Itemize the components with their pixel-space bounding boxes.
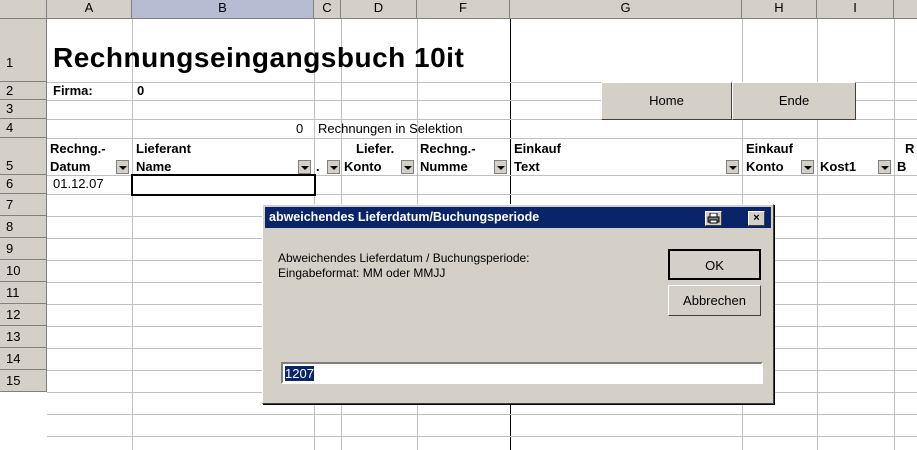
row-header-1[interactable]: 1 (0, 19, 47, 82)
grid-line (47, 414, 917, 415)
select-all-corner[interactable] (0, 0, 47, 19)
filter-dropdown-c[interactable] (327, 160, 340, 174)
header-a-top: Rechng.- (50, 141, 106, 156)
filter-dropdown-g[interactable] (726, 160, 739, 174)
row-header-15[interactable]: 15 (0, 370, 47, 392)
filter-dropdown-f[interactable] (494, 160, 507, 174)
cell-a6[interactable]: 01.12.07 (53, 176, 104, 191)
grid-line (47, 436, 917, 437)
home-button[interactable]: Home (601, 82, 732, 120)
printer-icon[interactable] (705, 211, 722, 226)
column-header-f[interactable]: F (417, 0, 510, 19)
filter-dropdown-b[interactable] (298, 160, 311, 174)
dialog-input-field[interactable]: 1207 (281, 362, 763, 384)
row-header-5[interactable]: 5 (0, 138, 47, 175)
row-header-3[interactable]: 3 (0, 100, 47, 119)
active-cell-b6[interactable] (131, 174, 316, 196)
column-header-i[interactable]: I (817, 0, 894, 19)
row-header-10[interactable]: 10 (0, 260, 47, 282)
header-h-top: Einkauf (746, 141, 793, 156)
column-header-c[interactable]: C (314, 0, 341, 19)
header-f-bottom: Numme (420, 159, 468, 174)
row-header-12[interactable]: 12 (0, 304, 47, 326)
input-dialog: abweichendes Lieferdatum/Buchungsperiode… (262, 204, 774, 404)
column-header-g[interactable]: G (510, 0, 742, 19)
row-header-4[interactable]: 4 (0, 119, 47, 138)
row-header-13[interactable]: 13 (0, 326, 47, 348)
dialog-input-value: 1207 (285, 366, 314, 381)
column-header-d[interactable]: D (341, 0, 417, 19)
header-i-bottom: Kost1 (820, 159, 857, 174)
header-j-bottom: B (897, 159, 907, 174)
column-header-h[interactable]: H (742, 0, 817, 19)
header-g-top: Einkauf (514, 141, 561, 156)
firma-label: Firma: (53, 83, 93, 98)
column-header-a[interactable]: A (47, 0, 132, 19)
column-header-next[interactable] (894, 0, 917, 19)
firma-value: 0 (137, 83, 145, 98)
grid-line (47, 138, 917, 139)
header-b-top: Lieferant (136, 141, 191, 156)
header-d-bottom: Konto (344, 159, 382, 174)
grid-line (132, 19, 133, 450)
dialog-title: abweichendes Lieferdatum/Buchungsperiode (269, 210, 540, 224)
close-icon[interactable]: × (748, 211, 765, 226)
header-g-bottom: Text (514, 159, 540, 174)
row-header-7[interactable]: 7 (0, 194, 47, 216)
row-header-9[interactable]: 9 (0, 238, 47, 260)
filter-dropdown-a[interactable] (116, 160, 129, 174)
selection-text: Rechnungen in Selektion (318, 121, 463, 136)
header-c-bottom: . (316, 159, 320, 174)
sheet-title: Rechnungseingangsbuch 10it (53, 42, 465, 73)
filter-dropdown-i[interactable] (878, 160, 891, 174)
row-header-2[interactable]: 2 (0, 82, 47, 100)
filter-dropdown-d[interactable] (401, 160, 414, 174)
row-header-8[interactable]: 8 (0, 216, 47, 238)
header-a-bottom: Datum (50, 159, 91, 174)
ok-button[interactable]: OK (668, 249, 761, 280)
column-header-b[interactable]: B (132, 0, 314, 19)
row-header-6[interactable]: 6 (0, 175, 47, 194)
header-d-top: Liefer. (356, 141, 395, 156)
row-header-11[interactable]: 11 (0, 282, 47, 304)
ende-button[interactable]: Ende (732, 82, 856, 120)
filter-dropdown-h[interactable] (801, 160, 814, 174)
header-r-top: R (905, 141, 915, 156)
selection-count: 0 (296, 121, 304, 136)
header-f-top: Rechng.- (420, 141, 476, 156)
row-header-14[interactable]: 14 (0, 348, 47, 370)
grid-line (894, 19, 895, 450)
dialog-title-bar[interactable]: abweichendes Lieferdatum/Buchungsperiode… (265, 207, 771, 228)
dialog-message-line1: Abweichendes Lieferdatum / Buchungsperio… (278, 251, 530, 265)
header-b-bottom: Name (136, 159, 172, 174)
cancel-button[interactable]: Abbrechen (668, 285, 761, 316)
dialog-message-line2: Eingabeformat: MM oder MMJJ (278, 266, 446, 280)
header-h-bottom: Konto (746, 159, 784, 174)
